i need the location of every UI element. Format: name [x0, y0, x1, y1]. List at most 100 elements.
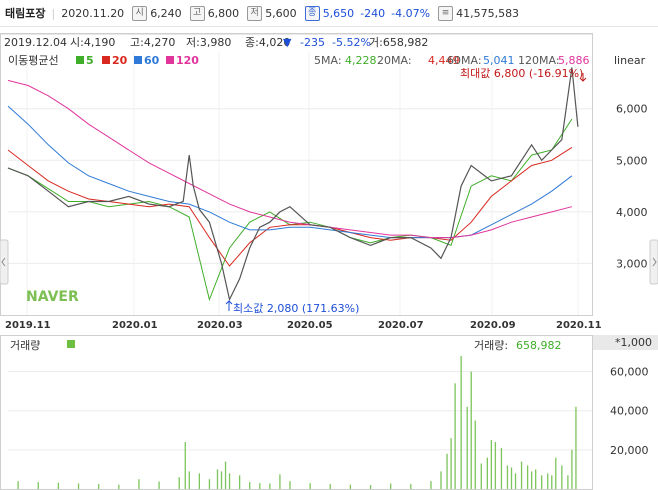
- volume-bar: [269, 483, 271, 489]
- volume-bar: [178, 477, 180, 489]
- volume-bar: [454, 383, 456, 489]
- volume-bar: [158, 481, 160, 489]
- info-volume: 거:658,982: [369, 36, 428, 49]
- price-axis-ticks: 3,000 4,000 5,000 6,000: [616, 103, 648, 271]
- volume-bar: [571, 449, 573, 489]
- ma-legend-item-20: 20: [112, 54, 128, 67]
- ma-line-5: [7, 118, 573, 302]
- volume-bar: [510, 467, 513, 489]
- volume-bar: [460, 355, 462, 489]
- ma-legend-item-5: 5: [86, 54, 94, 67]
- ma-legend-swatch-120: [166, 56, 174, 64]
- volume-bar: [450, 438, 452, 489]
- volume-bar: [138, 479, 140, 489]
- ma120-label: 120MA:: [518, 54, 560, 67]
- ma-line-120: [7, 79, 573, 239]
- volume-bar: [259, 483, 261, 489]
- info-low: 저:3,980: [186, 36, 231, 49]
- ma-legend[interactable]: 5 20 60 120: [76, 54, 199, 67]
- volume-bar: [224, 461, 227, 489]
- volume-bar: [208, 479, 211, 489]
- volume-bar: [279, 474, 281, 489]
- volume-bar: [480, 463, 482, 489]
- volume-legend-swatch: [67, 340, 75, 348]
- moving-average-lines: [7, 79, 573, 302]
- ma-legend-swatch-60: [134, 56, 142, 64]
- ma-legend-item-120: 120: [176, 54, 199, 67]
- volume-tick-label: 20,000: [610, 444, 649, 457]
- volume-bar: [430, 481, 432, 489]
- volume-bar: [57, 482, 60, 489]
- volume-bar: [486, 457, 488, 489]
- volume-bar: [514, 473, 517, 489]
- ma60-value: 5,041: [483, 54, 515, 67]
- info-date: 2019.12.04: [4, 36, 67, 49]
- min-arrow-icon: [225, 300, 233, 311]
- volume-bar: [535, 469, 537, 489]
- volume-bar: [530, 471, 533, 489]
- info-change-pct: -5.52%: [332, 36, 371, 49]
- volume-bar: [547, 473, 549, 489]
- volume-bar: [500, 447, 503, 489]
- volume-bar: [220, 471, 223, 489]
- ma-legend-item-60: 60: [144, 54, 160, 67]
- volume-bar: [506, 465, 509, 489]
- volume-tick-label: 60,000: [610, 366, 649, 379]
- volume-bar: [198, 473, 201, 489]
- naver-watermark: NAVER: [26, 289, 79, 305]
- left-scroll-handle[interactable]: [0, 239, 9, 285]
- info-change: -235: [300, 36, 325, 49]
- volume-label: 거래량: [10, 339, 40, 352]
- volume-tick-label: 40,000: [610, 405, 649, 418]
- min-annotation: 최소값 2,080 (171.63%): [233, 302, 359, 315]
- volume-bar: [567, 475, 569, 489]
- ma-legend-label: 이동평균선: [8, 54, 59, 67]
- volume-bar: [390, 483, 392, 489]
- volume-bar: [309, 483, 311, 489]
- y-tick-label: 4,000: [616, 206, 648, 219]
- grid-lines: [8, 52, 592, 451]
- volume-bar: [490, 440, 493, 489]
- volume-bar: [98, 484, 100, 489]
- volume-unit: *1,000: [615, 336, 652, 349]
- ma-legend-swatch-20: [102, 56, 110, 64]
- volume-bar: [238, 475, 241, 489]
- ma5-value: 4,228: [345, 54, 377, 67]
- volume-bar: [541, 475, 543, 489]
- volume-bar: [77, 483, 80, 489]
- ma20-label: 20MA:: [377, 54, 412, 67]
- volume-panel-frame: [0, 335, 593, 490]
- volume-value-label: 거래량:: [474, 339, 508, 352]
- x-tick-label: 2020.09: [470, 320, 516, 331]
- volume-bar: [555, 457, 557, 489]
- x-tick-label: 2019.11: [5, 320, 51, 331]
- volume-bar: [289, 481, 291, 489]
- volume-bar: [249, 482, 251, 489]
- x-tick-label: 2020.11: [556, 320, 602, 331]
- right-scroll-handle[interactable]: [649, 239, 658, 285]
- volume-bar: [551, 475, 553, 489]
- info-open: 시:4,190: [70, 36, 115, 49]
- volume-bar: [494, 442, 497, 489]
- volume-bar: [561, 465, 563, 489]
- volume-bar: [446, 453, 448, 489]
- ma-legend-swatch-5: [76, 56, 84, 64]
- x-tick-label: 2020.05: [287, 320, 333, 331]
- scale-mode-label[interactable]: linear: [614, 54, 646, 67]
- volume-bar: [37, 482, 39, 489]
- volume-bar: [526, 465, 529, 489]
- x-tick-label: 2020.03: [197, 320, 243, 331]
- ma-line-60: [7, 105, 573, 239]
- ma5-label: 5MA:: [314, 54, 342, 67]
- stock-chart[interactable]: 3,0004,0005,0006,000 20,00040,00060,000 …: [0, 0, 658, 490]
- volume-bar: [440, 471, 442, 489]
- x-tick-label: 2020.07: [378, 320, 424, 331]
- volume-bar: [228, 473, 231, 489]
- x-tick-label: 2020.01: [112, 320, 158, 331]
- volume-bar: [470, 371, 472, 489]
- time-axis-ticks: 2019.11 2020.01 2020.03 2020.05 2020.07 2020.…: [5, 320, 602, 331]
- y-tick-label: 6,000: [616, 103, 648, 116]
- max-annotation: 최대값 6,800 (-16.91%): [460, 67, 583, 80]
- volume-bar: [520, 461, 523, 489]
- volume-bar: [575, 406, 577, 489]
